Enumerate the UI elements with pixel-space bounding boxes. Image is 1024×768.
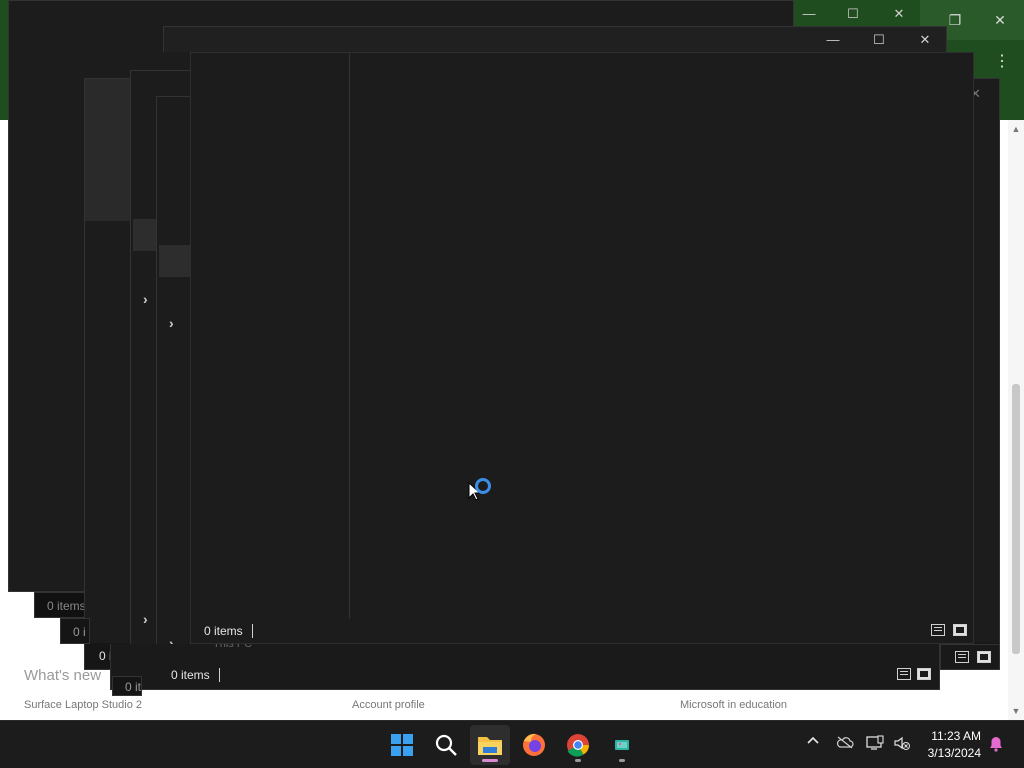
firefox-icon bbox=[523, 733, 545, 756]
status-item-count: 0 items bbox=[47, 599, 86, 613]
start-button[interactable] bbox=[382, 725, 422, 765]
browser-restore-icon[interactable]: ❐ bbox=[945, 10, 965, 30]
expand-chevron-icon[interactable]: › bbox=[169, 315, 174, 331]
footer-link-laptop[interactable]: Surface Laptop Studio 2 bbox=[24, 699, 142, 711]
tiles-view-button[interactable] bbox=[953, 624, 967, 636]
search-icon bbox=[435, 734, 457, 756]
browser-menu-icon[interactable]: ⋮ bbox=[992, 50, 1012, 74]
expand-chevron-icon[interactable]: › bbox=[143, 291, 148, 307]
details-view-button[interactable] bbox=[931, 624, 945, 636]
explorer-window-ghost-5: › › bbox=[156, 96, 192, 690]
navigation-pane[interactable] bbox=[191, 53, 350, 621]
details-view-button[interactable] bbox=[897, 668, 911, 680]
footer-link-account[interactable]: Account profile bbox=[352, 699, 425, 711]
clock-time[interactable]: 11:23 AM bbox=[901, 729, 981, 743]
close-icon[interactable]: ✕ bbox=[912, 30, 938, 50]
file-list-area[interactable] bbox=[350, 53, 973, 621]
minimize-icon[interactable]: — bbox=[820, 30, 846, 50]
onedrive-offline-icon bbox=[836, 736, 854, 749]
scrollbar-thumb[interactable] bbox=[1012, 384, 1020, 654]
tiles-view-button[interactable] bbox=[917, 668, 931, 680]
status-item-count: 0 items bbox=[204, 624, 243, 638]
network-button[interactable] bbox=[866, 735, 884, 754]
expand-chevron-icon[interactable]: › bbox=[143, 611, 148, 627]
search-button[interactable] bbox=[426, 725, 466, 765]
notification-bell-icon bbox=[990, 737, 1002, 752]
status-bar: 0 items bbox=[191, 619, 973, 643]
firefox-taskbar-button[interactable] bbox=[514, 725, 554, 765]
taskbar: 11:23 AM 3/13/2024 bbox=[0, 720, 1024, 768]
active-app-indicator bbox=[482, 759, 498, 762]
onedrive-button[interactable] bbox=[836, 735, 854, 752]
scroll-up-icon[interactable]: ▲ bbox=[1008, 124, 1024, 134]
details-view-button[interactable] bbox=[955, 651, 969, 663]
status-item-count: 0 items bbox=[171, 668, 210, 682]
explorer-window-ghost-4-titlebar: — ☐ ✕ bbox=[163, 26, 947, 52]
maximize-icon[interactable]: ☐ bbox=[866, 30, 892, 50]
maximize-icon[interactable]: ☐ bbox=[840, 4, 866, 24]
clock-date[interactable]: 3/13/2024 bbox=[901, 746, 981, 760]
file-explorer-window: 0 items bbox=[190, 52, 974, 644]
explorer-window-ghost-6: This PC 0 items bbox=[110, 638, 940, 690]
scroll-down-icon[interactable]: ▼ bbox=[1008, 706, 1024, 716]
close-icon[interactable]: ✕ bbox=[886, 4, 912, 24]
page-scrollbar[interactable]: ▲ ▼ bbox=[1008, 120, 1024, 720]
explorer-status-ghost-7 bbox=[940, 644, 1000, 670]
network-icon bbox=[866, 735, 884, 750]
notifications-button[interactable] bbox=[988, 735, 1004, 756]
windows-start-icon bbox=[391, 734, 413, 756]
chevron-up-icon bbox=[807, 736, 819, 744]
tiles-view-button[interactable] bbox=[977, 651, 991, 663]
status-separator bbox=[252, 624, 253, 638]
busy-spinner-icon bbox=[475, 478, 491, 494]
browser-close-icon[interactable]: ✕ bbox=[990, 10, 1010, 30]
minimize-icon[interactable]: — bbox=[796, 4, 822, 24]
show-hidden-icons-button[interactable] bbox=[806, 733, 820, 750]
footer-link-education[interactable]: Microsoft in education bbox=[680, 699, 787, 711]
